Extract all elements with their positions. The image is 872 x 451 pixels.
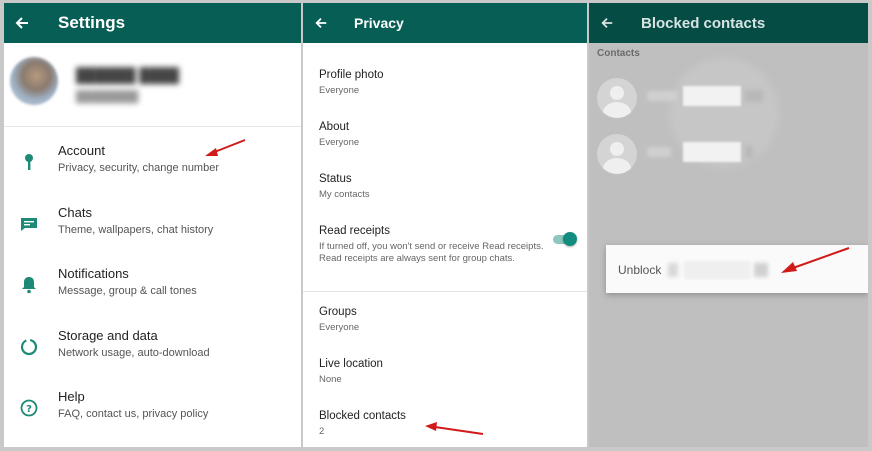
privacy-panel: Privacy Profile photo Everyone About Eve… xyxy=(303,3,587,447)
back-button[interactable] xyxy=(4,15,40,31)
blocked-contacts-panel: Blocked contacts Contacts Unblock xyxy=(589,3,868,447)
privacy-item-read-receipts[interactable]: Read receipts If turned off, you won't s… xyxy=(303,215,587,289)
chat-icon xyxy=(18,213,40,235)
back-button[interactable] xyxy=(303,16,339,30)
settings-item-subtitle: Network usage, auto-download xyxy=(58,346,210,359)
privacy-item-title: Status xyxy=(319,173,352,185)
settings-item-storage[interactable]: Storage and data Network usage, auto-dow… xyxy=(4,316,301,378)
page-title: Blocked contacts xyxy=(641,14,766,32)
privacy-item-value: Everyone xyxy=(319,322,360,333)
settings-item-subtitle: FAQ, contact us, privacy policy xyxy=(58,408,209,420)
blurred-name xyxy=(683,86,741,106)
unblock-menu-item[interactable]: Unblock xyxy=(618,263,661,277)
profile-about-blurred: ████████ xyxy=(76,91,139,103)
arrow-left-icon xyxy=(15,17,28,29)
avatar xyxy=(597,134,637,174)
blurred-name xyxy=(647,91,677,101)
privacy-item-status[interactable]: Status My contacts xyxy=(303,163,587,215)
settings-item-title: Storage and data xyxy=(58,327,158,343)
svg-text:?: ? xyxy=(26,404,32,415)
privacy-item-value: None xyxy=(319,374,342,385)
storage-icon xyxy=(18,336,40,358)
privacy-item-groups[interactable]: Groups Everyone xyxy=(303,296,587,348)
privacy-item-value: My contacts xyxy=(319,189,370,200)
privacy-item-title: Groups xyxy=(319,306,357,318)
blocked-contact-row[interactable] xyxy=(597,132,857,176)
settings-header: Settings xyxy=(4,3,301,43)
privacy-item-title: Read receipts xyxy=(319,225,390,237)
privacy-item-value: Everyone xyxy=(319,137,360,148)
settings-item-chats[interactable]: Chats Theme, wallpapers, chat history xyxy=(4,193,301,255)
toggle-knob xyxy=(563,232,577,246)
divider xyxy=(303,291,587,292)
settings-item-account[interactable]: Account Privacy, security, change number xyxy=(4,131,301,193)
privacy-item-value: Everyone xyxy=(319,85,360,96)
privacy-item-profile-photo[interactable]: Profile photo Everyone xyxy=(303,59,587,111)
settings-item-title: Chats xyxy=(58,204,92,220)
blurred-name xyxy=(754,263,768,277)
settings-item-notifications[interactable]: Notifications Message, group & call tone… xyxy=(4,254,301,316)
privacy-item-about[interactable]: About Everyone xyxy=(303,111,587,163)
blurred-name xyxy=(647,147,671,157)
key-icon xyxy=(18,151,40,173)
settings-item-title: Notifications xyxy=(58,266,129,281)
settings-panel: Settings ██████ ████ ████████ Account Pr… xyxy=(4,3,301,447)
red-arrow-unblock xyxy=(781,247,850,273)
settings-item-title: Help xyxy=(58,389,85,404)
red-arrow-blocked-contacts xyxy=(425,422,484,435)
blurred-name xyxy=(684,261,750,279)
blurred-name xyxy=(683,142,741,162)
page-title: Settings xyxy=(58,13,126,32)
back-button[interactable] xyxy=(589,16,625,30)
privacy-header: Privacy xyxy=(303,3,587,43)
arrow-left-icon xyxy=(315,18,327,28)
help-icon: ? xyxy=(18,397,40,419)
page-title: Privacy xyxy=(354,15,404,31)
red-arrow-account xyxy=(205,139,246,156)
blocked-contact-row[interactable] xyxy=(597,76,857,120)
settings-item-help[interactable]: ? Help FAQ, contact us, privacy policy xyxy=(4,377,301,439)
blurred-name xyxy=(745,146,753,158)
privacy-item-live-location[interactable]: Live location None xyxy=(303,348,587,400)
blurred-name xyxy=(745,90,763,102)
privacy-item-title: Profile photo xyxy=(319,69,384,81)
settings-item-subtitle: Privacy, security, change number xyxy=(58,162,219,174)
section-header: Contacts xyxy=(597,48,640,59)
privacy-item-title: Live location xyxy=(319,358,383,370)
blocked-header: Blocked contacts xyxy=(589,3,868,43)
profile-name-blurred: ██████ ████ xyxy=(76,67,180,83)
settings-item-subtitle: Theme, wallpapers, chat history xyxy=(58,223,214,236)
blurred-name xyxy=(668,263,678,277)
profile-row[interactable]: ██████ ████ ████████ xyxy=(4,43,301,127)
privacy-item-title: About xyxy=(319,121,350,133)
read-receipts-toggle[interactable] xyxy=(553,232,577,246)
bell-icon xyxy=(18,274,40,296)
privacy-item-description: If turned off, you won't send or receive… xyxy=(319,241,544,264)
settings-item-subtitle: Message, group & call tones xyxy=(58,285,197,297)
avatar[interactable] xyxy=(10,57,58,105)
arrow-left-icon xyxy=(601,18,613,28)
avatar xyxy=(597,78,637,118)
settings-item-title: Account xyxy=(58,143,105,158)
